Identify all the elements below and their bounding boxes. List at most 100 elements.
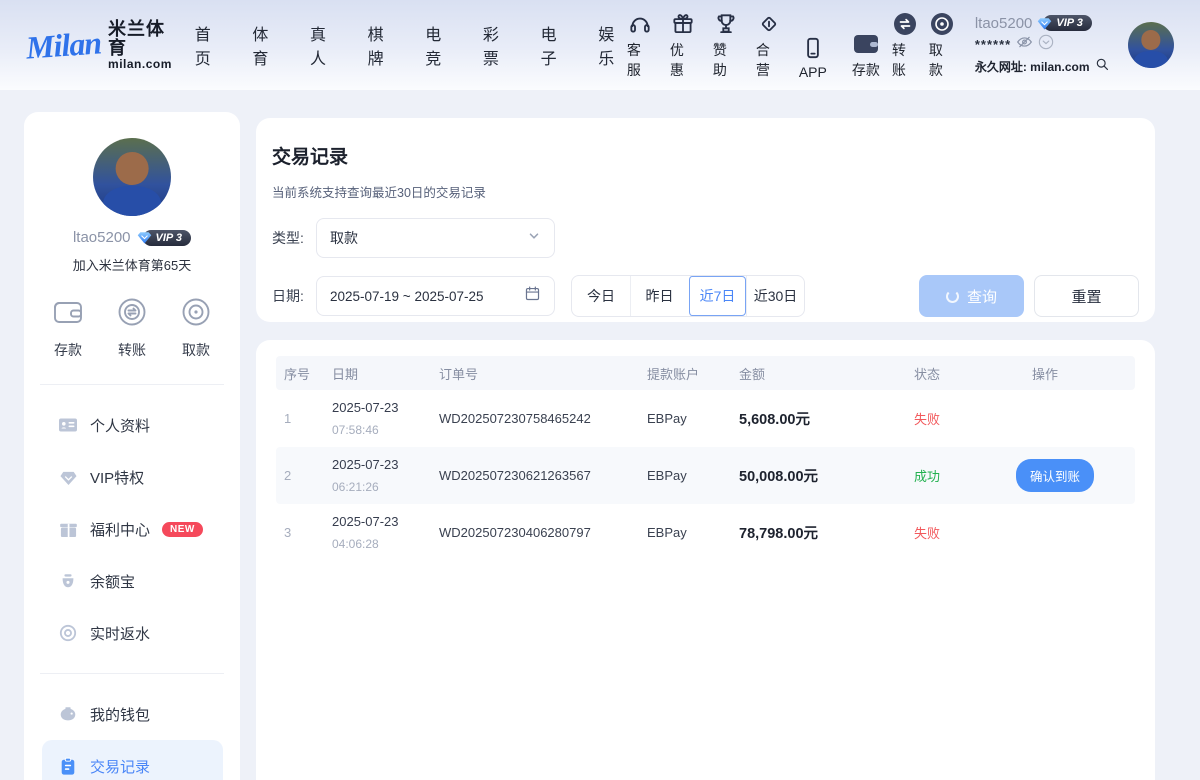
table-header: 序号 日期 订单号 提款账户 金额 状态 操作 <box>276 356 1135 390</box>
profile-avatar[interactable] <box>93 138 171 216</box>
piggy-bank-icon <box>58 706 78 723</box>
chevron-down-circle-icon[interactable] <box>1038 34 1054 55</box>
row-account: EBPay <box>647 411 739 426</box>
calendar-icon <box>524 285 541 307</box>
main-nav: 首页 体育 真人 棋牌 电竞 彩票 电子 娱乐 <box>195 21 627 69</box>
eye-slash-icon[interactable] <box>1016 35 1033 54</box>
user-avatar[interactable] <box>1128 22 1174 68</box>
nav-item-cards[interactable]: 棋牌 <box>368 21 397 69</box>
sidebar-transfer-button[interactable]: 转账 <box>114 294 150 360</box>
date-label: 日期: <box>272 286 316 306</box>
row-date: 2025-07-23 <box>332 514 399 529</box>
row-date: 2025-07-23 <box>332 400 399 415</box>
wallet-outline-icon <box>50 294 86 335</box>
records-panel: 序号 日期 订单号 提款账户 金额 状态 操作 1 2025-07-2307:5… <box>256 340 1155 780</box>
sidebar-menu: 个人资料 VIP特权 福利中心 NEW 余额宝 实时返水 <box>24 393 240 665</box>
sidebar-item-wallet[interactable]: 我的钱包 <box>24 688 240 740</box>
row-time: 07:58:46 <box>332 423 379 437</box>
nav-item-esports[interactable]: 电竞 <box>425 21 454 69</box>
header-actions-dark: 存款 转账 取款 <box>851 11 955 80</box>
status-badge: 失败 <box>914 523 1032 542</box>
sidebar-item-yuebao[interactable]: 余额宝 <box>24 555 240 607</box>
customer-service-button[interactable]: 客服 <box>627 11 653 80</box>
date-range-value: 2025-07-19 ~ 2025-07-25 <box>330 289 524 304</box>
table-row: 3 2025-07-2304:06:28 WD20250723040628079… <box>276 504 1135 561</box>
date-range-input[interactable]: 2025-07-19 ~ 2025-07-25 <box>316 276 555 316</box>
chevron-down-icon <box>527 229 541 248</box>
sidebar-item-benefits[interactable]: 福利中心 NEW <box>24 503 240 555</box>
page-subtitle: 当前系统支持查询最近30日的交易记录 <box>272 182 1139 201</box>
sidebar-item-transactions[interactable]: 交易记录 <box>42 740 223 780</box>
quick-range-group: 今日 昨日 近7日 近30日 <box>571 275 805 317</box>
nav-item-live[interactable]: 真人 <box>310 21 339 69</box>
col-account: 提款账户 <box>647 364 739 383</box>
vip-badge: VIP 3 <box>1037 15 1092 31</box>
coin-icon <box>929 11 955 37</box>
date-filter-row: 日期: 2025-07-19 ~ 2025-07-25 今日 昨日 近7日 近3… <box>272 275 1139 317</box>
brand-domain: milan.com <box>108 58 175 71</box>
username[interactable]: ltao5200 <box>975 15 1033 32</box>
search-button[interactable]: 查询 <box>919 275 1024 317</box>
brand-name-cn: 米兰体育 <box>108 20 175 58</box>
row-account: EBPay <box>647 468 739 483</box>
col-order: 订单号 <box>439 364 647 383</box>
brand-logo-script: Milan <box>25 24 102 66</box>
transfer-outline-icon <box>114 294 150 335</box>
range-30days-button[interactable]: 近30日 <box>746 276 804 316</box>
nav-item-home[interactable]: 首页 <box>195 21 224 69</box>
withdraw-icon-button[interactable]: 取款 <box>929 11 955 80</box>
sidebar-withdraw-button[interactable]: 取款 <box>178 294 214 360</box>
deposit-button[interactable]: 存款 <box>851 31 881 80</box>
col-no: 序号 <box>284 364 332 383</box>
transfer-icon-button[interactable]: 转账 <box>892 11 918 80</box>
wallet-icon <box>851 31 881 57</box>
app-download-button[interactable]: APP <box>799 35 827 80</box>
magnifier-icon[interactable] <box>1095 57 1109 76</box>
type-label: 类型: <box>272 228 316 248</box>
confirm-receipt-button[interactable]: 确认到账 <box>1016 459 1094 492</box>
range-7days-button[interactable]: 近7日 <box>688 276 746 316</box>
status-badge: 失败 <box>914 409 1032 428</box>
transfer-icon <box>892 11 918 37</box>
row-amount: 5,608.00元 <box>739 408 914 429</box>
row-amount: 50,008.00元 <box>739 465 914 486</box>
id-card-icon <box>58 416 78 434</box>
brand-logo[interactable]: Milan 米兰体育 milan.com <box>26 20 175 70</box>
sidebar-item-profile[interactable]: 个人资料 <box>24 399 240 451</box>
reset-button[interactable]: 重置 <box>1034 275 1139 317</box>
nav-item-sports[interactable]: 体育 <box>252 21 281 69</box>
vip-diamond-icon <box>1037 16 1052 31</box>
sidebar-divider <box>40 384 224 385</box>
col-date: 日期 <box>332 364 439 383</box>
col-amount: 金额 <box>739 364 914 383</box>
masked-balance: ****** <box>975 37 1011 52</box>
sidebar-item-rebate[interactable]: 实时返水 <box>24 607 240 659</box>
nav-item-entertainment[interactable]: 娱乐 <box>598 21 627 69</box>
top-header: Milan 米兰体育 milan.com 首页 体育 真人 棋牌 电竞 彩票 电… <box>0 0 1200 90</box>
type-select[interactable]: 取款 <box>316 218 555 258</box>
sidebar: ltao5200 VIP 3 加入米兰体育第65天 存款 转账 取款 <box>24 112 240 780</box>
phone-icon <box>800 35 826 61</box>
range-today-button[interactable]: 今日 <box>572 276 630 316</box>
sidebar-item-vip[interactable]: VIP特权 <box>24 451 240 503</box>
range-yesterday-button[interactable]: 昨日 <box>630 276 688 316</box>
partnership-button[interactable]: 合营 <box>756 11 782 80</box>
table-row: 1 2025-07-2307:58:46 WD20250723075846524… <box>276 390 1135 447</box>
promotions-button[interactable]: 优惠 <box>670 11 696 80</box>
row-order-no: WD202507230406280797 <box>439 525 647 540</box>
nav-item-slots[interactable]: 电子 <box>541 21 570 69</box>
row-order-no: WD202507230758465242 <box>439 411 647 426</box>
user-block: ltao5200 VIP 3 ****** 永久网址: milan.com <box>975 15 1116 76</box>
filter-panel: 交易记录 当前系统支持查询最近30日的交易记录 类型: 取款 日期: 2025-… <box>256 118 1155 322</box>
nav-item-lottery[interactable]: 彩票 <box>483 21 512 69</box>
tickets-icon <box>756 11 782 37</box>
type-select-value: 取款 <box>330 228 527 248</box>
page-title: 交易记录 <box>272 142 1139 169</box>
sponsorship-button[interactable]: 赞助 <box>713 11 739 80</box>
sidebar-deposit-button[interactable]: 存款 <box>50 294 86 360</box>
sidebar-menu-records: 我的钱包 交易记录 投注记录 <box>24 682 240 780</box>
joined-days-label: 加入米兰体育第65天 <box>24 255 240 274</box>
vip-diamond-icon <box>137 230 152 245</box>
col-status: 状态 <box>914 364 1032 383</box>
headset-icon <box>627 11 653 37</box>
